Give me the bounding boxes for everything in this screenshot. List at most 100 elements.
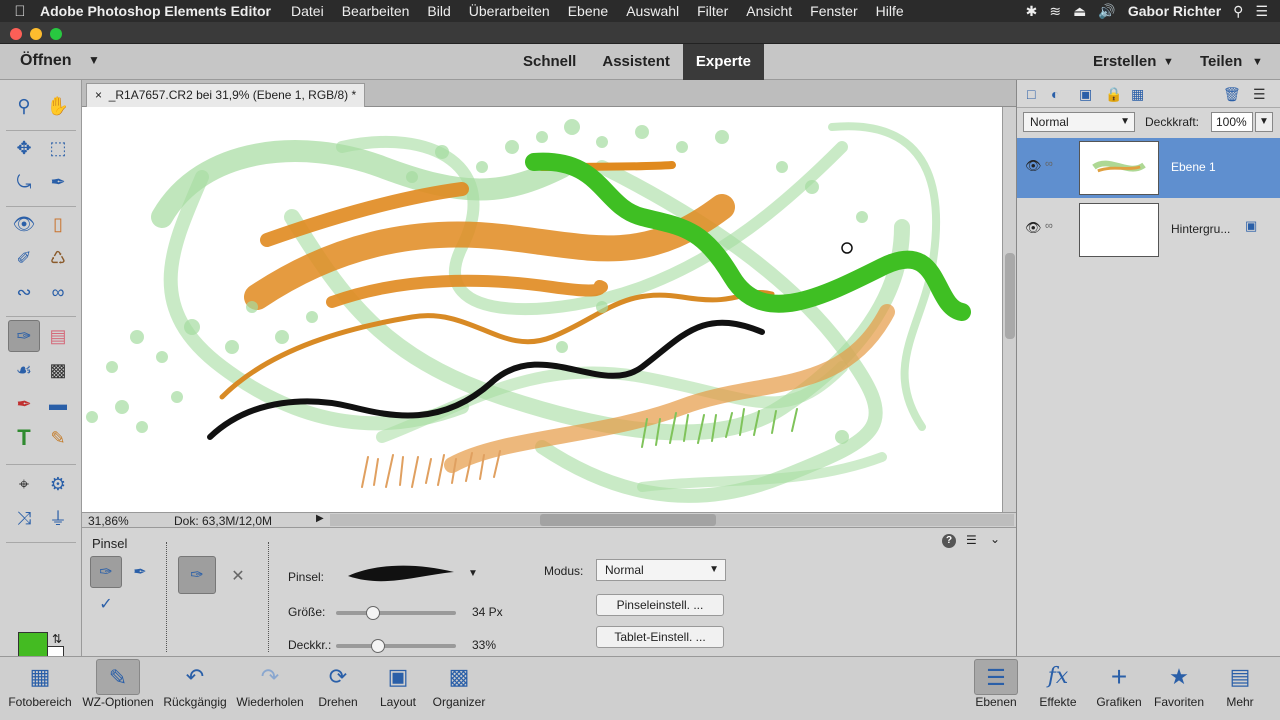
- menu-ansicht[interactable]: Ansicht: [746, 3, 792, 19]
- adjustment-layer-icon[interactable]: ◐: [1051, 86, 1059, 102]
- visibility-eye-icon[interactable]: 👁: [1025, 220, 1042, 236]
- collapse-chevron-icon[interactable]: ⌄: [990, 532, 1000, 546]
- size-slider[interactable]: [336, 606, 456, 620]
- bluetooth-icon[interactable]: ✱: [1026, 3, 1038, 20]
- open-button[interactable]: Öffnen: [20, 52, 72, 70]
- red-eye-tool-icon[interactable]: 👁: [8, 208, 40, 240]
- canvas-area[interactable]: [82, 107, 1002, 512]
- recompose-tool-icon[interactable]: ⚙: [42, 468, 74, 500]
- eyedropper-tool-icon[interactable]: ✒: [8, 388, 40, 420]
- create-dropdown-icon[interactable]: ▼: [1163, 56, 1174, 68]
- spotlight-search-icon[interactable]: ⚲: [1233, 3, 1243, 20]
- graphics-button[interactable]: + Grafiken: [1094, 659, 1144, 717]
- opacity-input[interactable]: 100%: [1211, 112, 1253, 132]
- brush-settings-button[interactable]: Pinseleinstell. ...: [596, 594, 724, 616]
- horizontal-scroll-thumb[interactable]: [540, 514, 716, 526]
- horizontal-scrollbar[interactable]: [330, 514, 1014, 526]
- vertical-scrollbar[interactable]: [1002, 107, 1016, 512]
- type-tool-icon[interactable]: T: [8, 422, 40, 454]
- hand-tool-icon[interactable]: ✋: [42, 90, 74, 122]
- opacity-dropdown-icon[interactable]: ▼: [1255, 112, 1273, 132]
- menu-ueberarbeiten[interactable]: Überarbeiten: [469, 3, 550, 19]
- eraser-tool-icon[interactable]: ▤: [42, 320, 74, 352]
- brush-preset-dropdown-icon[interactable]: ▼: [468, 568, 478, 579]
- brush-mode-icon[interactable]: ✑: [178, 556, 216, 594]
- minimize-window-icon[interactable]: [30, 28, 42, 40]
- quick-selection-tool-icon[interactable]: ✒: [42, 166, 74, 198]
- smart-brush-tool-icon[interactable]: ✐: [8, 242, 40, 274]
- status-menu-arrow-icon[interactable]: ▶: [316, 513, 324, 524]
- tool-options-button[interactable]: ✎ WZ-Optionen: [78, 659, 158, 717]
- healing-brush-tool-icon[interactable]: ▯: [42, 208, 74, 240]
- delete-layer-icon[interactable]: 🗑: [1223, 86, 1241, 103]
- menu-hilfe[interactable]: Hilfe: [876, 3, 904, 19]
- effects-button[interactable]: fx Effekte: [1034, 659, 1082, 717]
- layer-mask-icon[interactable]: ▣: [1079, 86, 1092, 103]
- eject-icon[interactable]: ⏏: [1073, 3, 1086, 20]
- shape-tool-icon[interactable]: ▬: [42, 388, 74, 420]
- layout-button[interactable]: ▣ Layout: [370, 659, 426, 717]
- options-menu-icon[interactable]: ☰: [966, 533, 977, 547]
- apple-icon[interactable]: : [0, 3, 40, 20]
- vertical-scroll-thumb[interactable]: [1005, 253, 1015, 339]
- straighten-tool-icon[interactable]: ⏚: [42, 502, 74, 534]
- marquee-tool-icon[interactable]: ⬚: [42, 132, 74, 164]
- gradient-tool-icon[interactable]: ▩: [42, 354, 74, 386]
- new-layer-icon[interactable]: □: [1027, 86, 1035, 102]
- blend-mode-select[interactable]: Normal ▼: [1023, 112, 1135, 132]
- menu-ebene[interactable]: Ebene: [568, 3, 608, 19]
- link-icon[interactable]: ∞: [1045, 158, 1053, 170]
- menu-bild[interactable]: Bild: [427, 3, 450, 19]
- brush-preset-preview[interactable]: [344, 562, 464, 588]
- user-name[interactable]: Gabor Richter: [1128, 3, 1221, 19]
- clone-stamp-tool-icon[interactable]: ♺: [42, 242, 74, 274]
- layer-row-hintergrund[interactable]: 👁 ∞ Hintergru... ▣: [1017, 200, 1280, 260]
- zoom-level[interactable]: 31,86%: [88, 514, 129, 528]
- paint-bucket-tool-icon[interactable]: ☙: [8, 354, 40, 386]
- menu-datei[interactable]: Datei: [291, 3, 324, 19]
- tablet-settings-button[interactable]: Tablet-Einstell. ...: [596, 626, 724, 648]
- zoom-tool-icon[interactable]: ⚲: [8, 90, 40, 122]
- share-dropdown-icon[interactable]: ▼: [1252, 56, 1263, 68]
- layers-panel-button[interactable]: ☰ Ebenen: [974, 659, 1018, 717]
- sponge-tool-icon[interactable]: ∞: [42, 276, 74, 308]
- layer-name[interactable]: Hintergru...: [1171, 222, 1230, 236]
- content-aware-move-tool-icon[interactable]: ⤨: [8, 502, 40, 534]
- wifi-icon[interactable]: ≋: [1049, 3, 1061, 20]
- mode-select[interactable]: Normal ▼: [596, 559, 726, 581]
- menu-filter[interactable]: Filter: [697, 3, 728, 19]
- lock-all-icon[interactable]: 🔒: [1105, 86, 1122, 103]
- swap-colors-icon[interactable]: ⇅: [52, 632, 62, 646]
- opacity-slider[interactable]: [336, 639, 456, 653]
- opacity-slider-knob[interactable]: [370, 639, 385, 653]
- brush-tool-option-icon[interactable]: ✑: [90, 556, 122, 588]
- open-dropdown-icon[interactable]: ▼: [88, 53, 100, 67]
- size-slider-knob[interactable]: [365, 606, 380, 620]
- rotate-button[interactable]: ⟳ Drehen: [310, 659, 366, 717]
- visibility-eye-icon[interactable]: 👁: [1025, 158, 1042, 174]
- color-replacement-icon[interactable]: ✓: [90, 588, 122, 620]
- close-tab-icon[interactable]: ×: [95, 88, 102, 102]
- more-button[interactable]: ▤ Mehr: [1218, 659, 1262, 717]
- blur-tool-icon[interactable]: ∾: [8, 276, 40, 308]
- panel-menu-icon[interactable]: ☰: [1253, 86, 1266, 103]
- tab-experte[interactable]: Experte: [682, 44, 764, 80]
- lasso-tool-icon[interactable]: ⤿: [8, 166, 40, 198]
- layer-row-ebene-1[interactable]: 👁 ∞ Ebene 1: [1017, 138, 1280, 198]
- undo-button[interactable]: ↶ Rückgängig: [160, 659, 230, 717]
- notification-list-icon[interactable]: ☰: [1255, 3, 1268, 20]
- photo-bin-button[interactable]: ▦ Fotobereich: [4, 659, 76, 717]
- help-icon[interactable]: ?: [942, 534, 956, 548]
- favorites-button[interactable]: ★ Favoriten: [1150, 659, 1208, 717]
- create-button[interactable]: Erstellen: [1093, 53, 1156, 70]
- move-tool-icon[interactable]: ✥: [8, 132, 40, 164]
- share-button[interactable]: Teilen: [1200, 53, 1242, 70]
- menu-auswahl[interactable]: Auswahl: [626, 3, 679, 19]
- layer-name[interactable]: Ebene 1: [1171, 160, 1216, 174]
- close-window-icon[interactable]: [10, 28, 22, 40]
- document-tab[interactable]: × _R1A7657.CR2 bei 31,9% (Ebene 1, RGB/8…: [86, 83, 366, 107]
- volume-icon[interactable]: 🔊: [1098, 3, 1115, 20]
- menu-bearbeiten[interactable]: Bearbeiten: [342, 3, 410, 19]
- tab-schnell[interactable]: Schnell: [510, 44, 589, 80]
- airbrush-icon[interactable]: ✕: [222, 560, 254, 592]
